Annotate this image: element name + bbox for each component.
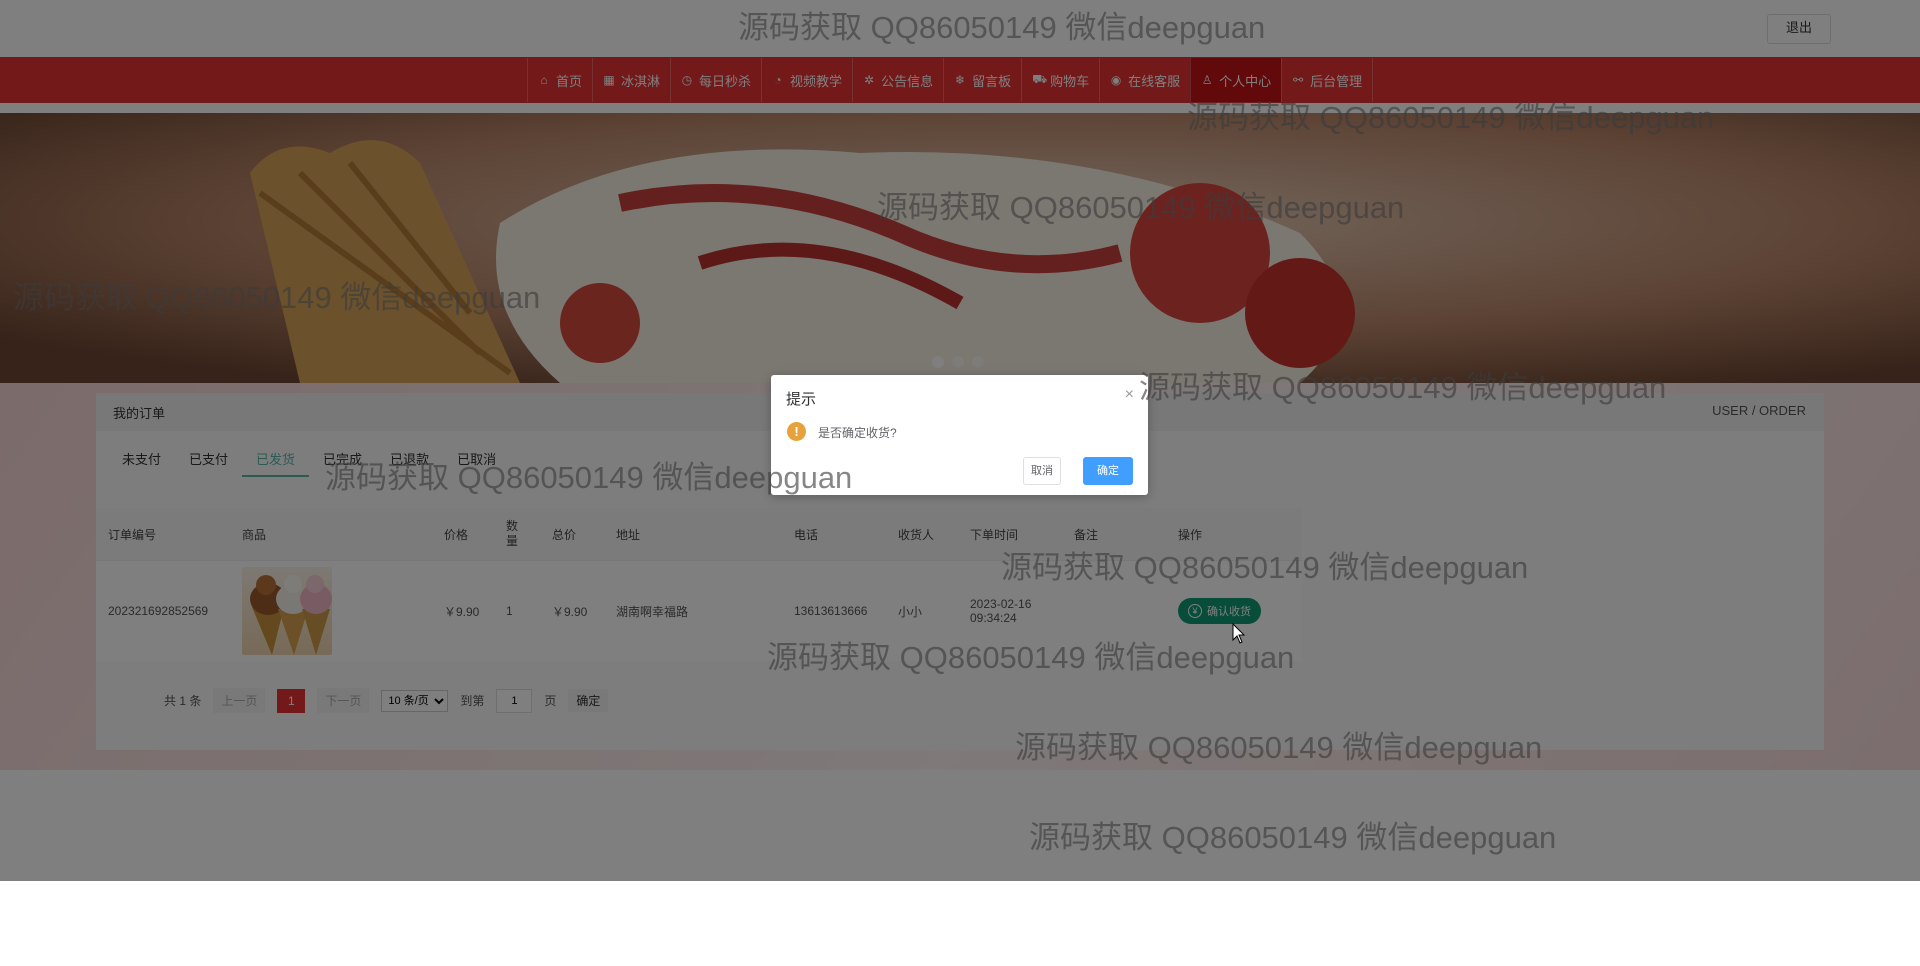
ok-button[interactable]: 确定 <box>1083 457 1133 485</box>
cancel-button[interactable]: 取消 <box>1023 457 1061 485</box>
dialog-title: 提示 <box>786 391 817 408</box>
close-icon[interactable]: × <box>1125 386 1134 404</box>
dialog-message: 是否确定收货? <box>818 426 897 440</box>
confirm-dialog: 提示 × ! 是否确定收货? 取消 确定 <box>771 375 1148 495</box>
mouse-cursor-icon <box>1232 623 1246 644</box>
warning-icon: ! <box>787 422 806 441</box>
